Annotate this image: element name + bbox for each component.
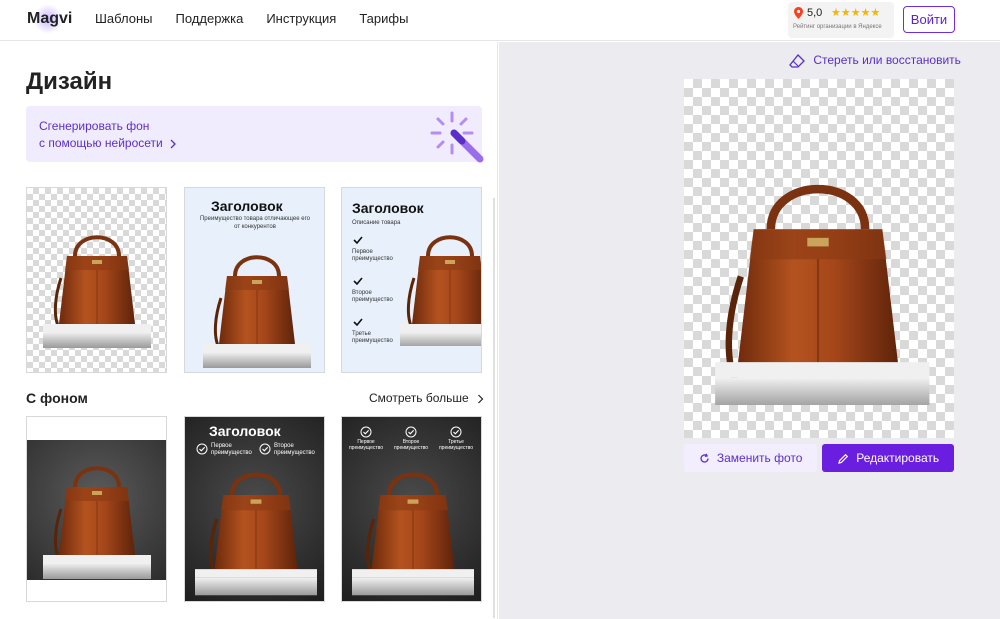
product-bag-image [400, 235, 481, 346]
template-card-dark-heading[interactable]: Заголовок Первое преимущество Второе пре… [184, 416, 325, 602]
product-bag-image [352, 461, 474, 596]
template-card-dark-three[interactable]: Первое преимущество Второе преимущество … [341, 416, 482, 602]
template-heading: Заголовок [211, 198, 283, 214]
advantage-2: Второе преимущество [393, 439, 429, 451]
nav-item-templates[interactable]: Шаблоны [95, 11, 153, 26]
advantage-1: Первое преимущество [211, 443, 252, 457]
product-bag-image [715, 165, 930, 405]
nav-item-support[interactable]: Поддержка [176, 11, 244, 26]
rating-stars-icon: ★★★★★ [831, 7, 881, 19]
advantage-2: Второе преимущество [352, 290, 393, 304]
product-bag-image [43, 235, 151, 348]
pencil-icon [838, 453, 849, 464]
advantage-1: Первое преимущество [352, 249, 393, 263]
replace-photo-label: Заменить фото [716, 451, 803, 465]
location-pin-icon [794, 7, 803, 19]
ai-banner-line1: Сгенерировать фон [39, 119, 150, 133]
template-card-dark-bg[interactable] [26, 416, 167, 602]
rating-score: 5,0 [807, 7, 823, 19]
template-heading: Заголовок [352, 200, 424, 216]
see-more-link[interactable]: Смотреть больше [369, 391, 484, 405]
product-bag-image [203, 255, 311, 368]
logo[interactable]: Magvi [27, 10, 72, 28]
section-title-with-background: С фоном [26, 390, 88, 406]
template-card-infographic-list[interactable]: Заголовок Описание товара Первое преимущ… [341, 187, 482, 373]
eraser-icon [789, 53, 805, 68]
nav-item-pricing[interactable]: Тарифы [359, 11, 408, 26]
check-icon [353, 236, 363, 244]
replace-photo-button[interactable]: Заменить фото [684, 444, 817, 472]
chevron-right-icon [170, 139, 176, 149]
ai-background-banner[interactable]: Сгенерировать фон с помощью нейросети [26, 106, 482, 162]
advantage-2: Второе преимущество [274, 443, 315, 457]
yandex-rating-badge[interactable]: 5,0 ★★★★★ Рейтинг организации в Яндексе [788, 2, 894, 38]
template-card-infographic[interactable]: Заголовок Преимущество товара отличающее… [184, 187, 325, 373]
template-subtitle: Описание товара [352, 220, 401, 226]
check-circle-icon [360, 426, 372, 438]
see-more-label: Смотреть больше [369, 391, 469, 405]
page-title: Дизайн [26, 68, 113, 95]
refresh-icon [699, 453, 709, 463]
ai-banner-line2: с помощью нейросети [39, 136, 163, 150]
panel-scrollbar[interactable] [493, 198, 495, 618]
check-icon [353, 318, 363, 326]
nav-item-instructions[interactable]: Инструкция [266, 11, 336, 26]
check-circle-icon [450, 426, 462, 438]
preview-canvas[interactable] [684, 79, 954, 438]
top-header: Magvi Шаблоны Поддержка Инструкция Тариф… [0, 0, 1000, 41]
erase-restore-link[interactable]: Стереть или восстановить [789, 53, 961, 68]
template-subtitle: Преимущество товара отличающее его от ко… [199, 216, 310, 230]
check-circle-icon [259, 443, 271, 455]
erase-restore-label: Стереть или восстановить [813, 53, 961, 67]
edit-label: Редактировать [856, 451, 940, 465]
main-nav: Шаблоны Поддержка Инструкция Тарифы [95, 11, 408, 26]
check-circle-icon [196, 443, 208, 455]
template-card-transparent[interactable] [26, 187, 167, 373]
advantage-1: Первое преимущество [348, 439, 384, 451]
advantage-3: Третье преимущество [438, 439, 474, 451]
login-button[interactable]: Войти [903, 6, 955, 33]
edit-button[interactable]: Редактировать [822, 444, 954, 472]
rating-caption: Рейтинг организации в Яндексе [793, 24, 882, 30]
template-heading: Заголовок [209, 423, 281, 439]
product-bag-image [43, 466, 151, 579]
check-circle-icon [405, 426, 417, 438]
product-bag-image [195, 461, 317, 596]
check-icon [353, 277, 363, 285]
advantage-3: Третье преимущество [352, 331, 393, 345]
magic-wand-icon [430, 111, 484, 163]
chevron-right-icon [478, 394, 484, 404]
